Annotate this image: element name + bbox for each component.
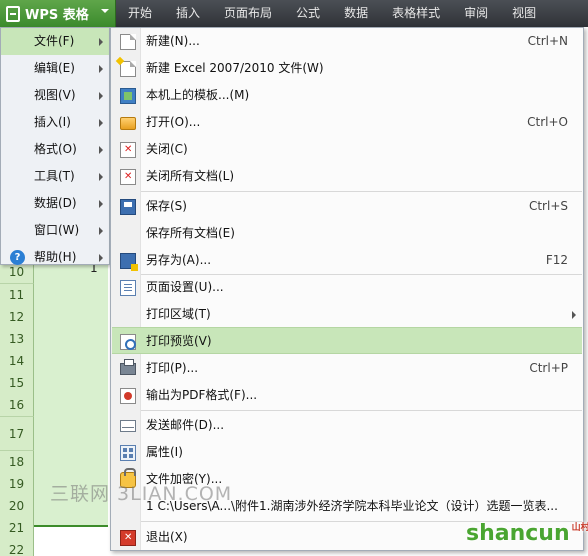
chevron-right-icon — [99, 254, 103, 262]
chevron-right-icon — [99, 92, 103, 100]
menu-help[interactable]: ? 帮助(H) — [1, 244, 109, 271]
row-header-14[interactable]: 14 — [0, 350, 34, 373]
menu-edit[interactable]: 编辑(E) — [1, 55, 109, 82]
template-icon — [120, 88, 136, 104]
menu-label: 插入(I) — [34, 115, 71, 129]
help-icon: ? — [10, 250, 25, 265]
tab-page-layout[interactable]: 页面布局 — [212, 0, 284, 27]
chevron-down-icon — [101, 9, 109, 17]
row-header-15[interactable]: 15 — [0, 372, 34, 395]
row-header-17[interactable]: 17 — [0, 417, 34, 451]
menu-item-save[interactable]: 保存(S) Ctrl+S — [112, 193, 582, 220]
watermark-shancun-small: 山村网 — [571, 523, 588, 533]
menu-view[interactable]: 视图(V) — [1, 82, 109, 109]
row-header-21[interactable]: 21 — [0, 517, 34, 540]
wps-app-menu-button[interactable]: WPS 表格 — [0, 0, 116, 27]
menu-label: 视图(V) — [34, 88, 76, 102]
menu-format[interactable]: 格式(O) — [1, 136, 109, 163]
chevron-right-icon — [99, 38, 103, 46]
ribbon-tab-bar: WPS 表格 开始 插入 页面布局 公式 数据 表格样式 审阅 视图 — [0, 0, 588, 27]
menu-item-print-preview[interactable]: 打印预览(V) — [112, 327, 582, 354]
menu-item-export-pdf[interactable]: 输出为PDF格式(F)... — [112, 382, 582, 409]
save-as-icon — [120, 253, 138, 271]
chevron-right-icon — [99, 173, 103, 181]
mail-icon — [120, 420, 136, 432]
pdf-icon — [120, 388, 136, 404]
tab-insert[interactable]: 插入 — [164, 0, 212, 27]
menu-label: 工具(T) — [34, 169, 75, 183]
save-icon — [120, 199, 136, 215]
menu-label: 数据(D) — [34, 196, 77, 210]
tab-formulas[interactable]: 公式 — [284, 0, 332, 27]
page-setup-icon — [120, 280, 136, 296]
menu-label: 格式(O) — [34, 142, 77, 156]
menu-item-properties[interactable]: 属性(I) — [112, 439, 582, 466]
row-header-20[interactable]: 20 — [0, 495, 34, 518]
exit-icon — [120, 530, 136, 546]
app-title: WPS 表格 — [25, 8, 89, 23]
row-header-11[interactable]: 11 — [0, 284, 34, 307]
app-menu: 文件(F) 编辑(E) 视图(V) 插入(I) 格式(O) 工具(T) 数据(D… — [0, 27, 110, 265]
row-header-16[interactable]: 16 — [0, 394, 34, 417]
menu-label: 帮助(H) — [34, 250, 77, 264]
menu-item-send-mail[interactable]: 发送邮件(D)... — [112, 412, 582, 439]
tab-review[interactable]: 审阅 — [452, 0, 500, 27]
tab-table-style[interactable]: 表格样式 — [380, 0, 452, 27]
menu-item-new[interactable]: 新建(N)... Ctrl+N — [112, 28, 582, 55]
menu-window[interactable]: 窗口(W) — [1, 217, 109, 244]
ribbon-tabs: 开始 插入 页面布局 公式 数据 表格样式 审阅 视图 — [116, 0, 548, 27]
wps-logo-icon — [6, 5, 20, 22]
row-header-13[interactable]: 13 — [0, 328, 34, 351]
menu-insert[interactable]: 插入(I) — [1, 109, 109, 136]
chevron-right-icon — [99, 227, 103, 235]
tab-home[interactable]: 开始 — [116, 0, 164, 27]
menu-item-save-all[interactable]: 保存所有文档(E) — [112, 220, 582, 247]
menu-label: 编辑(E) — [34, 61, 75, 75]
menu-separator — [141, 410, 582, 411]
menu-item-page-setup[interactable]: 页面设置(U)... — [112, 274, 582, 301]
menu-item-print[interactable]: 打印(P)... Ctrl+P — [112, 355, 582, 382]
menu-item-print-area[interactable]: 打印区域(T) — [112, 301, 582, 328]
close-document-icon — [120, 142, 136, 158]
watermark-3lian: 三联网 3LIAN.COM — [50, 483, 233, 505]
menu-label: 文件(F) — [34, 34, 75, 48]
row-header-12[interactable]: 12 — [0, 306, 34, 329]
tab-data[interactable]: 数据 — [332, 0, 380, 27]
file-menu: 新建(N)... Ctrl+N 新建 Excel 2007/2010 文件(W)… — [110, 27, 584, 551]
new-document-icon — [120, 34, 136, 50]
menu-label: 窗口(W) — [34, 223, 80, 237]
menu-separator — [141, 191, 582, 192]
menu-data[interactable]: 数据(D) — [1, 190, 109, 217]
new-excel-document-icon — [120, 61, 136, 77]
menu-item-new-excel[interactable]: 新建 Excel 2007/2010 文件(W) — [112, 55, 582, 82]
menu-item-save-as[interactable]: 另存为(A)... F12 — [112, 247, 582, 274]
open-folder-icon — [120, 117, 136, 130]
menu-item-local-templates[interactable]: 本机上的模板...(M) — [112, 82, 582, 109]
chevron-right-icon — [99, 65, 103, 73]
print-icon — [120, 359, 136, 375]
chevron-right-icon — [572, 311, 576, 319]
selection-border — [34, 525, 108, 527]
row-header-19[interactable]: 19 — [0, 473, 34, 496]
chevron-right-icon — [99, 119, 103, 127]
print-preview-icon — [120, 334, 136, 350]
row-header-18[interactable]: 18 — [0, 451, 34, 474]
properties-icon — [120, 445, 136, 461]
tab-view[interactable]: 视图 — [500, 0, 548, 27]
watermark-shancun-text: shancun — [466, 521, 570, 546]
menu-tools[interactable]: 工具(T) — [1, 163, 109, 190]
menu-item-close-all[interactable]: 关闭所有文档(L) — [112, 163, 582, 190]
watermark-shancun: shancun山村网 — [466, 520, 588, 546]
menu-item-close[interactable]: 关闭(C) — [112, 136, 582, 163]
close-all-documents-icon — [120, 169, 136, 185]
chevron-right-icon — [99, 146, 103, 154]
menu-item-open[interactable]: 打开(O)... Ctrl+O — [112, 109, 582, 136]
menu-file[interactable]: 文件(F) — [1, 28, 109, 55]
row-header-22[interactable]: 22 — [0, 539, 34, 556]
chevron-right-icon — [99, 200, 103, 208]
